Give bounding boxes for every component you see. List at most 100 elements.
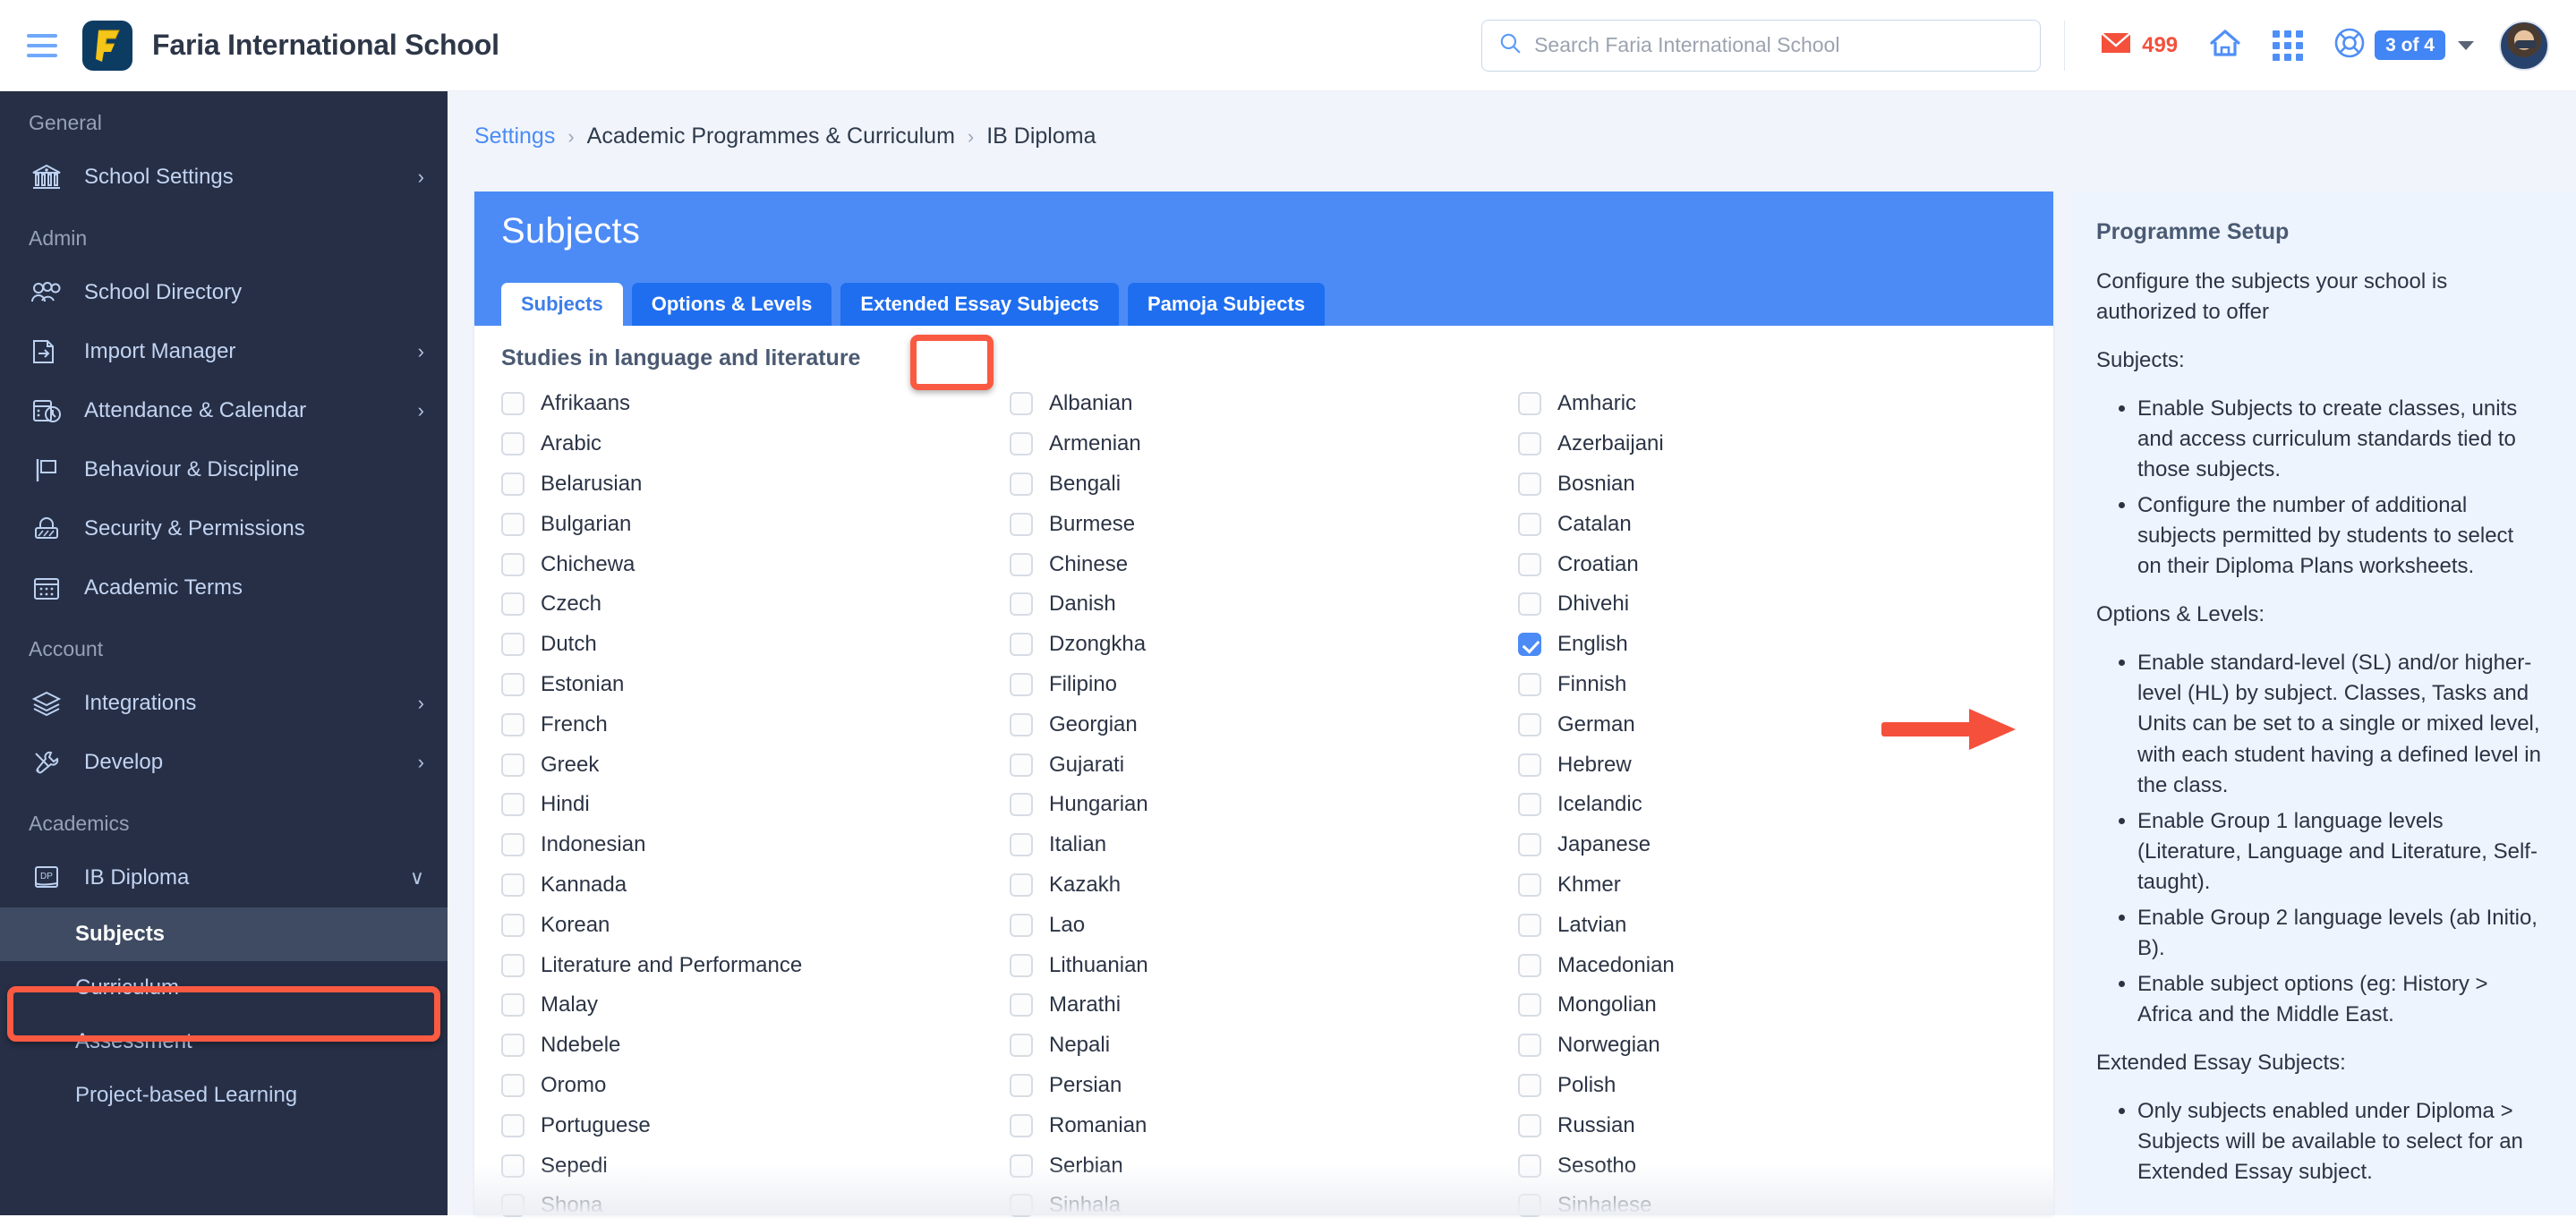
checkbox-icon[interactable]	[501, 953, 525, 977]
breadcrumb-item-academic-programmes[interactable]: Academic Programmes & Curriculum	[587, 123, 955, 149]
subject-checkbox-row[interactable]: Albanian	[1010, 384, 1518, 424]
subject-checkbox-row[interactable]: Armenian	[1010, 424, 1518, 464]
checkbox-icon[interactable]	[1010, 1113, 1033, 1137]
checkbox-icon[interactable]	[1518, 512, 1541, 536]
subject-checkbox-row[interactable]: Nepali	[1010, 1026, 1518, 1066]
checkbox-icon[interactable]	[1518, 592, 1541, 617]
global-search[interactable]	[1481, 19, 2042, 72]
subject-checkbox-row[interactable]: Khmer	[1518, 865, 2026, 906]
subject-checkbox-row[interactable]: Ndebele	[501, 1026, 1010, 1066]
checkbox-icon[interactable]	[501, 753, 525, 777]
checkbox-icon[interactable]	[1010, 953, 1033, 977]
subject-checkbox-row[interactable]: Lithuanian	[1010, 945, 1518, 985]
menu-toggle-icon[interactable]	[27, 33, 57, 57]
checkbox-icon[interactable]	[501, 472, 525, 496]
checkbox-icon[interactable]	[1010, 512, 1033, 536]
checkbox-icon[interactable]	[501, 873, 525, 897]
checkbox-icon[interactable]	[1518, 552, 1541, 576]
checkbox-icon[interactable]	[501, 712, 525, 736]
subject-checkbox-row[interactable]: Dzongkha	[1010, 625, 1518, 665]
subject-checkbox-row[interactable]: Literature and Performance	[501, 945, 1010, 985]
account-switcher[interactable]: 3 of 4	[2333, 27, 2474, 64]
subject-checkbox-row[interactable]: Filipino	[1010, 665, 1518, 705]
subject-checkbox-row[interactable]: French	[501, 704, 1010, 745]
sidebar-item-school-directory[interactable]: School Directory	[0, 263, 448, 322]
sidebar-item-school-settings[interactable]: School Settings ›	[0, 148, 448, 207]
sidebar-item-attendance-calendar[interactable]: Attendance & Calendar ›	[0, 381, 448, 440]
checkbox-icon[interactable]	[501, 1034, 525, 1058]
subject-checkbox-row[interactable]: Dutch	[501, 625, 1010, 665]
subject-checkbox-row[interactable]: Lao	[1010, 905, 1518, 945]
subject-checkbox-row[interactable]: Czech	[501, 584, 1010, 625]
sidebar-item-develop[interactable]: Develop ›	[0, 733, 448, 792]
subject-checkbox-row[interactable]: Belarusian	[501, 464, 1010, 505]
subject-checkbox-row[interactable]: Georgian	[1010, 704, 1518, 745]
subject-checkbox-row[interactable]: Hindi	[501, 785, 1010, 825]
subject-checkbox-row[interactable]: Norwegian	[1518, 1026, 2026, 1066]
checkbox-icon[interactable]	[501, 552, 525, 576]
checkbox-icon[interactable]	[1518, 1154, 1541, 1178]
checkbox-icon[interactable]	[1518, 793, 1541, 817]
checkbox-icon[interactable]	[501, 1154, 525, 1178]
subject-checkbox-row[interactable]: Catalan	[1518, 504, 2026, 544]
checkbox-icon[interactable]	[1010, 1194, 1033, 1218]
subject-checkbox-row[interactable]: Marathi	[1010, 985, 1518, 1026]
subject-checkbox-row[interactable]: Estonian	[501, 665, 1010, 705]
subject-checkbox-row[interactable]: Finnish	[1518, 665, 2026, 705]
subject-checkbox-row[interactable]: Bulgarian	[501, 504, 1010, 544]
sidebar-item-curriculum[interactable]: Curriculum	[0, 961, 448, 1015]
sidebar-item-integrations[interactable]: Integrations ›	[0, 674, 448, 733]
subject-checkbox-row[interactable]: Azerbaijani	[1518, 424, 2026, 464]
subject-checkbox-row[interactable]: Latvian	[1518, 905, 2026, 945]
sidebar-item-project-based-learning[interactable]: Project-based Learning	[0, 1068, 448, 1122]
subject-checkbox-row[interactable]: Bosnian	[1518, 464, 2026, 505]
checkbox-icon[interactable]	[501, 913, 525, 937]
sidebar-item-ib-diploma[interactable]: DP IB Diploma ∨	[0, 848, 448, 907]
home-button[interactable]	[2210, 29, 2240, 62]
subject-checkbox-row[interactable]: Afrikaans	[501, 384, 1010, 424]
checkbox-icon[interactable]	[1010, 913, 1033, 937]
checkbox-icon[interactable]	[501, 1113, 525, 1137]
subject-checkbox-row[interactable]: Serbian	[1010, 1145, 1518, 1186]
subject-checkbox-row[interactable]: Mongolian	[1518, 985, 2026, 1026]
checkbox-icon[interactable]	[1010, 592, 1033, 617]
subject-checkbox-row[interactable]: Croatian	[1518, 544, 2026, 584]
checkbox-icon[interactable]	[1518, 753, 1541, 777]
subject-checkbox-row[interactable]: Amharic	[1518, 384, 2026, 424]
sidebar-item-security-permissions[interactable]: Security & Permissions	[0, 499, 448, 558]
subject-checkbox-row[interactable]: Portuguese	[501, 1105, 1010, 1145]
subject-checkbox-row[interactable]: Russian	[1518, 1105, 2026, 1145]
subject-checkbox-row[interactable]: Danish	[1010, 584, 1518, 625]
sidebar-item-behaviour-discipline[interactable]: Behaviour & Discipline	[0, 440, 448, 499]
subject-checkbox-row[interactable]: Italian	[1010, 825, 1518, 865]
checkbox-icon[interactable]	[1010, 833, 1033, 857]
checkbox-icon[interactable]	[501, 633, 525, 657]
subject-checkbox-row[interactable]: Sepedi	[501, 1145, 1010, 1186]
subject-checkbox-row[interactable]: Chichewa	[501, 544, 1010, 584]
subject-checkbox-row[interactable]: Persian	[1010, 1066, 1518, 1106]
checkbox-icon[interactable]	[1010, 392, 1033, 416]
checkbox-icon[interactable]	[1518, 672, 1541, 696]
breadcrumb-item-ib-diploma[interactable]: IB Diploma	[986, 123, 1096, 149]
checkbox-icon[interactable]	[1010, 793, 1033, 817]
checkbox-icon[interactable]	[1518, 712, 1541, 736]
subject-checkbox-row[interactable]: Polish	[1518, 1066, 2026, 1106]
checkbox-icon[interactable]	[1010, 873, 1033, 897]
checkbox-icon[interactable]	[501, 592, 525, 617]
tab-options-levels[interactable]: Options & Levels	[631, 283, 832, 326]
checkbox-icon[interactable]	[1518, 392, 1541, 416]
checkbox-icon[interactable]	[501, 392, 525, 416]
checkbox-icon[interactable]	[1518, 1034, 1541, 1058]
tab-subjects[interactable]: Subjects	[501, 283, 623, 326]
checkbox-icon[interactable]	[1518, 1113, 1541, 1137]
checkbox-icon[interactable]	[1518, 913, 1541, 937]
subject-checkbox-row[interactable]: Chinese	[1010, 544, 1518, 584]
sidebar-item-assessment[interactable]: Assessment	[0, 1015, 448, 1068]
checkbox-icon[interactable]	[1010, 753, 1033, 777]
subject-checkbox-row[interactable]: Greek	[501, 745, 1010, 785]
checkbox-icon[interactable]	[1518, 432, 1541, 456]
checkbox-icon[interactable]	[1010, 633, 1033, 657]
tab-extended-essay-subjects[interactable]: Extended Essay Subjects	[840, 283, 1119, 326]
checkbox-icon[interactable]	[1010, 552, 1033, 576]
checkbox-icon[interactable]	[1010, 672, 1033, 696]
